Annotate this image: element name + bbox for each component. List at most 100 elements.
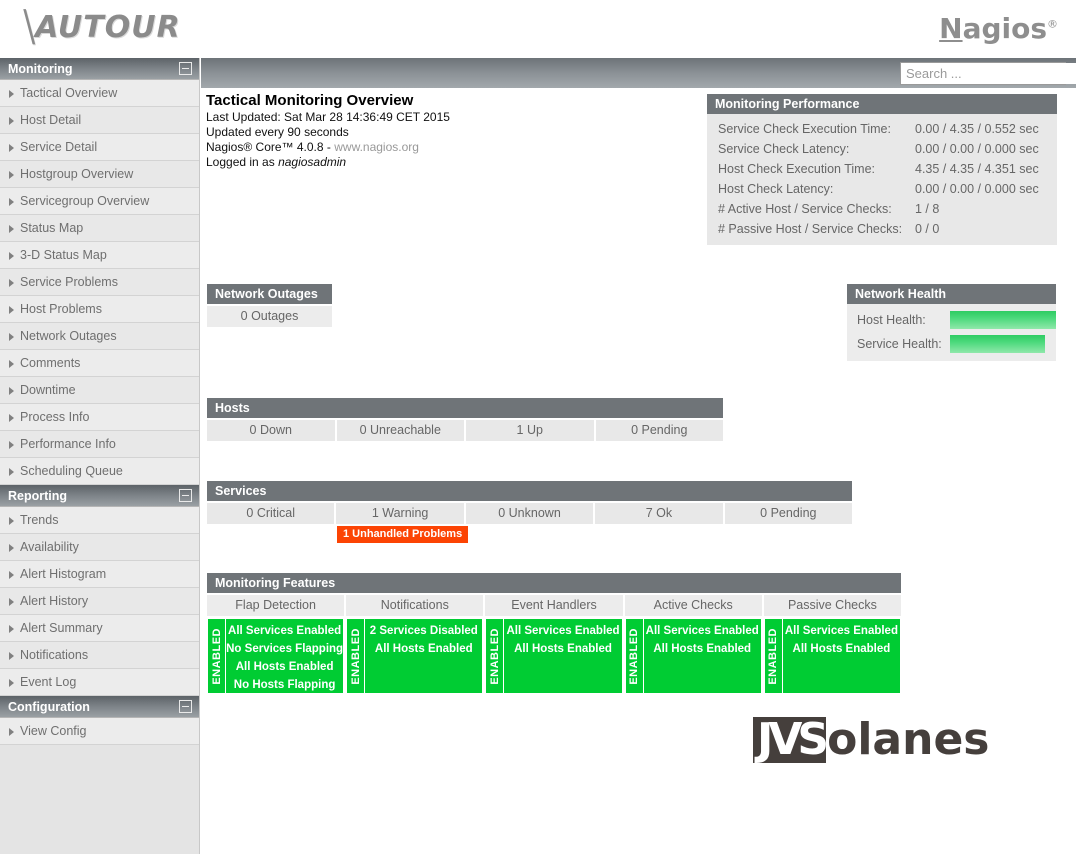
feature-item[interactable]: All Services Enabled: [504, 622, 621, 640]
feature-item[interactable]: All Hosts Enabled: [783, 640, 900, 658]
services-ok-cell[interactable]: 7 Ok: [595, 503, 723, 524]
performance-label: # Active Host / Service Checks:: [718, 202, 892, 216]
chevron-right-icon: [9, 171, 14, 179]
sidebar-item-scheduling-queue[interactable]: Scheduling Queue: [0, 458, 199, 485]
feature-item[interactable]: All Services Enabled: [644, 622, 761, 640]
chevron-right-icon: [9, 306, 14, 314]
search-input[interactable]: [901, 63, 1076, 84]
sidebar-item-label: View Config: [20, 724, 87, 738]
network-health-panel: Network Health Host Health: Service Heal…: [847, 284, 1056, 361]
feature-item[interactable]: All Hosts Enabled: [365, 640, 482, 658]
services-panel: Services 0 Critical 1 Warning 0 Unknown …: [207, 481, 853, 545]
sidebar-item-view-config[interactable]: View Config: [0, 718, 199, 745]
feature-item[interactable]: All Services Enabled: [226, 622, 343, 640]
feature-enabled-flag[interactable]: ENABLED: [207, 618, 226, 694]
sidebar-item-trends[interactable]: Trends: [0, 507, 199, 534]
sidebar-item-service-detail[interactable]: Service Detail: [0, 134, 199, 161]
sidebar-section-header-configuration[interactable]: Configuration: [0, 696, 199, 718]
collapse-minus-icon[interactable]: [179, 489, 192, 502]
feature-enabled-flag[interactable]: ENABLED: [485, 618, 505, 694]
main-toolbar: [201, 58, 1076, 88]
nagios-logo-initial: N: [939, 12, 963, 45]
chevron-right-icon: [9, 144, 14, 152]
sidebar-item-service-problems[interactable]: Service Problems: [0, 269, 199, 296]
network-outages-panel: Network Outages 0 Outages: [207, 284, 332, 327]
performance-value: 0 / 0: [915, 222, 940, 236]
feature-column-passive-checks: Passive Checks ENABLED All Services Enab…: [763, 595, 902, 694]
sidebar-item-hostgroup-overview[interactable]: Hostgroup Overview: [0, 161, 199, 188]
collapse-minus-icon[interactable]: [179, 700, 192, 713]
performance-row: Service Check Latency: 0.00 / 0.00 / 0.0…: [707, 139, 1057, 159]
service-health-row: Service Health:: [857, 335, 1056, 353]
sidebar-item-tactical-overview[interactable]: Tactical Overview: [0, 80, 199, 107]
hosts-down-cell[interactable]: 0 Down: [207, 420, 335, 441]
sidebar-item-label: Availability: [20, 540, 79, 554]
hosts-panel: Hosts 0 Down 0 Unreachable 1 Up 0 Pendin…: [207, 398, 723, 441]
sidebar-item-host-detail[interactable]: Host Detail: [0, 107, 199, 134]
sidebar-item-3d-status-map[interactable]: 3-D Status Map: [0, 242, 199, 269]
sidebar-item-availability[interactable]: Availability: [0, 534, 199, 561]
feature-body: ENABLED All Services Enabled All Hosts E…: [763, 618, 902, 694]
feature-item[interactable]: All Hosts Enabled: [226, 658, 343, 676]
feature-item-alert[interactable]: 2 Services Disabled: [370, 625, 478, 637]
network-outages-count[interactable]: 0 Outages: [207, 306, 332, 327]
sidebar-item-host-problems[interactable]: Host Problems: [0, 296, 199, 323]
feature-enabled-flag[interactable]: ENABLED: [624, 618, 644, 694]
hosts-unreachable-cell[interactable]: 0 Unreachable: [336, 420, 464, 441]
chevron-right-icon: [9, 387, 14, 395]
sidebar-item-process-info[interactable]: Process Info: [0, 404, 199, 431]
chevron-right-icon: [9, 333, 14, 341]
feature-header: Notifications: [346, 595, 484, 616]
feature-header: Flap Detection: [207, 595, 345, 616]
sidebar-item-alert-history[interactable]: Alert History: [0, 588, 199, 615]
sidebar-item-alert-histogram[interactable]: Alert Histogram: [0, 561, 199, 588]
sidebar-item-servicegroup-overview[interactable]: Servicegroup Overview: [0, 188, 199, 215]
collapse-minus-icon[interactable]: [179, 62, 192, 75]
chevron-right-icon: [9, 279, 14, 287]
feature-item[interactable]: No Services Flapping: [226, 640, 343, 658]
registered-mark-icon: ®: [1047, 17, 1058, 31]
sidebar: Monitoring Tactical Overview Host Detail…: [0, 58, 200, 854]
sidebar-item-comments[interactable]: Comments: [0, 350, 199, 377]
sidebar-item-event-log[interactable]: Event Log: [0, 669, 199, 696]
hosts-pending-cell[interactable]: 0 Pending: [595, 420, 723, 441]
sidebar-item-alert-summary[interactable]: Alert Summary: [0, 615, 199, 642]
services-warning-cell[interactable]: 1 Warning: [336, 503, 464, 524]
nagios-website-link[interactable]: www.nagios.org: [334, 140, 419, 154]
sidebar-item-notifications[interactable]: Notifications: [0, 642, 199, 669]
feature-enabled-flag[interactable]: ENABLED: [763, 618, 783, 694]
services-pending-cell[interactable]: 0 Pending: [724, 503, 853, 524]
sidebar-section-header-monitoring[interactable]: Monitoring: [0, 58, 199, 80]
monitoring-performance-body: Service Check Execution Time: 0.00 / 4.3…: [707, 114, 1057, 245]
feature-items: 2 Services Disabled All Hosts Enabled: [365, 618, 484, 694]
sidebar-item-label: Performance Info: [20, 437, 116, 451]
feature-enabled-flag[interactable]: ENABLED: [346, 618, 366, 694]
services-critical-cell[interactable]: 0 Critical: [207, 503, 335, 524]
hosts-status-row: 0 Down 0 Unreachable 1 Up 0 Pending: [207, 420, 723, 441]
sidebar-section-header-reporting[interactable]: Reporting: [0, 485, 199, 507]
sidebar-item-downtime[interactable]: Downtime: [0, 377, 199, 404]
sidebar-item-label: Notifications: [20, 648, 89, 662]
feature-item[interactable]: All Hosts Enabled: [644, 640, 761, 658]
sidebar-section-title: Reporting: [8, 489, 68, 503]
jvsolanes-monogram: JVS: [753, 717, 829, 763]
hosts-up-cell[interactable]: 1 Up: [466, 420, 594, 441]
sidebar-item-label: 3-D Status Map: [20, 248, 107, 262]
feature-item[interactable]: All Hosts Enabled: [504, 640, 621, 658]
nagios-logo: Nagios®: [939, 12, 1058, 45]
sidebar-item-label: Downtime: [20, 383, 76, 397]
feature-item[interactable]: No Hosts Flapping: [226, 676, 343, 694]
chevron-right-icon: [9, 544, 14, 552]
services-unknown-cell[interactable]: 0 Unknown: [465, 503, 594, 524]
feature-item[interactable]: All Services Enabled: [783, 622, 900, 640]
sidebar-section-title: Configuration: [8, 700, 90, 714]
unhandled-problems-badge[interactable]: 1 Unhandled Problems: [337, 526, 469, 543]
sidebar-item-performance-info[interactable]: Performance Info: [0, 431, 199, 458]
search-box[interactable]: [900, 62, 1076, 85]
performance-value: 1 / 8: [915, 202, 940, 216]
feature-items: All Services Enabled No Services Flappin…: [226, 618, 345, 694]
performance-label: # Passive Host / Service Checks:: [718, 222, 903, 236]
sidebar-item-network-outages[interactable]: Network Outages: [0, 323, 199, 350]
sidebar-item-status-map[interactable]: Status Map: [0, 215, 199, 242]
update-interval-text: Updated every 90 seconds: [206, 125, 349, 139]
